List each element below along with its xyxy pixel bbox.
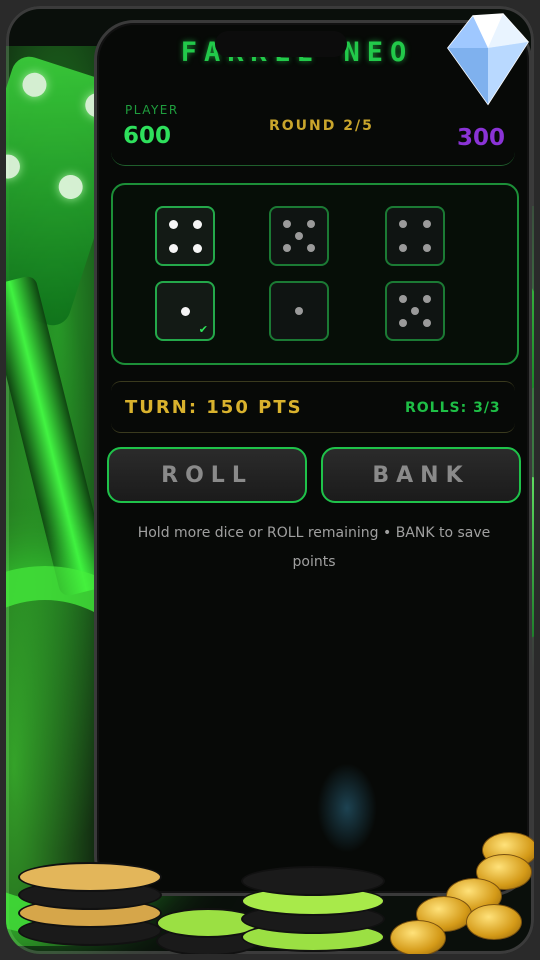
hint-text: Hold more dice or ROLL remaining • BANK … xyxy=(137,525,491,570)
die-pip xyxy=(168,219,178,229)
phone-frame: FARKLE NEO PLAYER 600 ROUND 2/5 300 ✔ TU… xyxy=(94,20,532,896)
turn-points: TURN: 150 PTS xyxy=(125,397,303,418)
die-pip xyxy=(398,219,407,228)
die-pip xyxy=(398,294,407,303)
die-6[interactable] xyxy=(385,281,445,341)
die-3[interactable] xyxy=(385,206,445,266)
rolls-counter: ROLLS: 3/3 xyxy=(405,400,501,416)
opponent-score: 300 xyxy=(457,125,506,151)
die-5[interactable] xyxy=(269,281,329,341)
die-pip xyxy=(423,219,432,228)
player-label: PLAYER xyxy=(125,103,179,117)
die-pip xyxy=(295,232,303,240)
die-pip xyxy=(193,219,203,229)
die-pip xyxy=(193,244,203,254)
screen-reflection xyxy=(317,763,377,853)
die-pip xyxy=(423,319,432,328)
die-pip xyxy=(181,307,190,316)
round-indicator: ROUND 2/5 xyxy=(269,118,374,134)
die-pip xyxy=(282,244,291,253)
promo-background: FARKLE NEO PLAYER 600 ROUND 2/5 300 ✔ TU… xyxy=(6,6,534,954)
die-2[interactable] xyxy=(269,206,329,266)
poker-chips-green-icon xyxy=(241,858,385,954)
phone-notch xyxy=(215,31,347,57)
die-pip xyxy=(307,244,316,253)
die-pip xyxy=(398,244,407,253)
poker-chips-left-icon xyxy=(18,856,162,948)
die-4[interactable]: ✔ xyxy=(155,281,215,341)
die-1[interactable] xyxy=(155,206,215,266)
die-pip xyxy=(398,319,407,328)
roll-button[interactable]: ROLL xyxy=(107,447,307,503)
check-icon: ✔ xyxy=(198,323,208,336)
player-score: 600 xyxy=(123,123,172,149)
die-pip xyxy=(423,244,432,253)
die-pip xyxy=(295,307,303,315)
die-pip xyxy=(423,294,432,303)
gold-coins-icon xyxy=(386,826,534,954)
bank-button[interactable]: BANK xyxy=(321,447,521,503)
die-pip xyxy=(411,307,419,315)
die-pip xyxy=(307,219,316,228)
die-pip xyxy=(282,219,291,228)
die-pip xyxy=(168,244,178,254)
diamond-icon xyxy=(447,13,529,106)
